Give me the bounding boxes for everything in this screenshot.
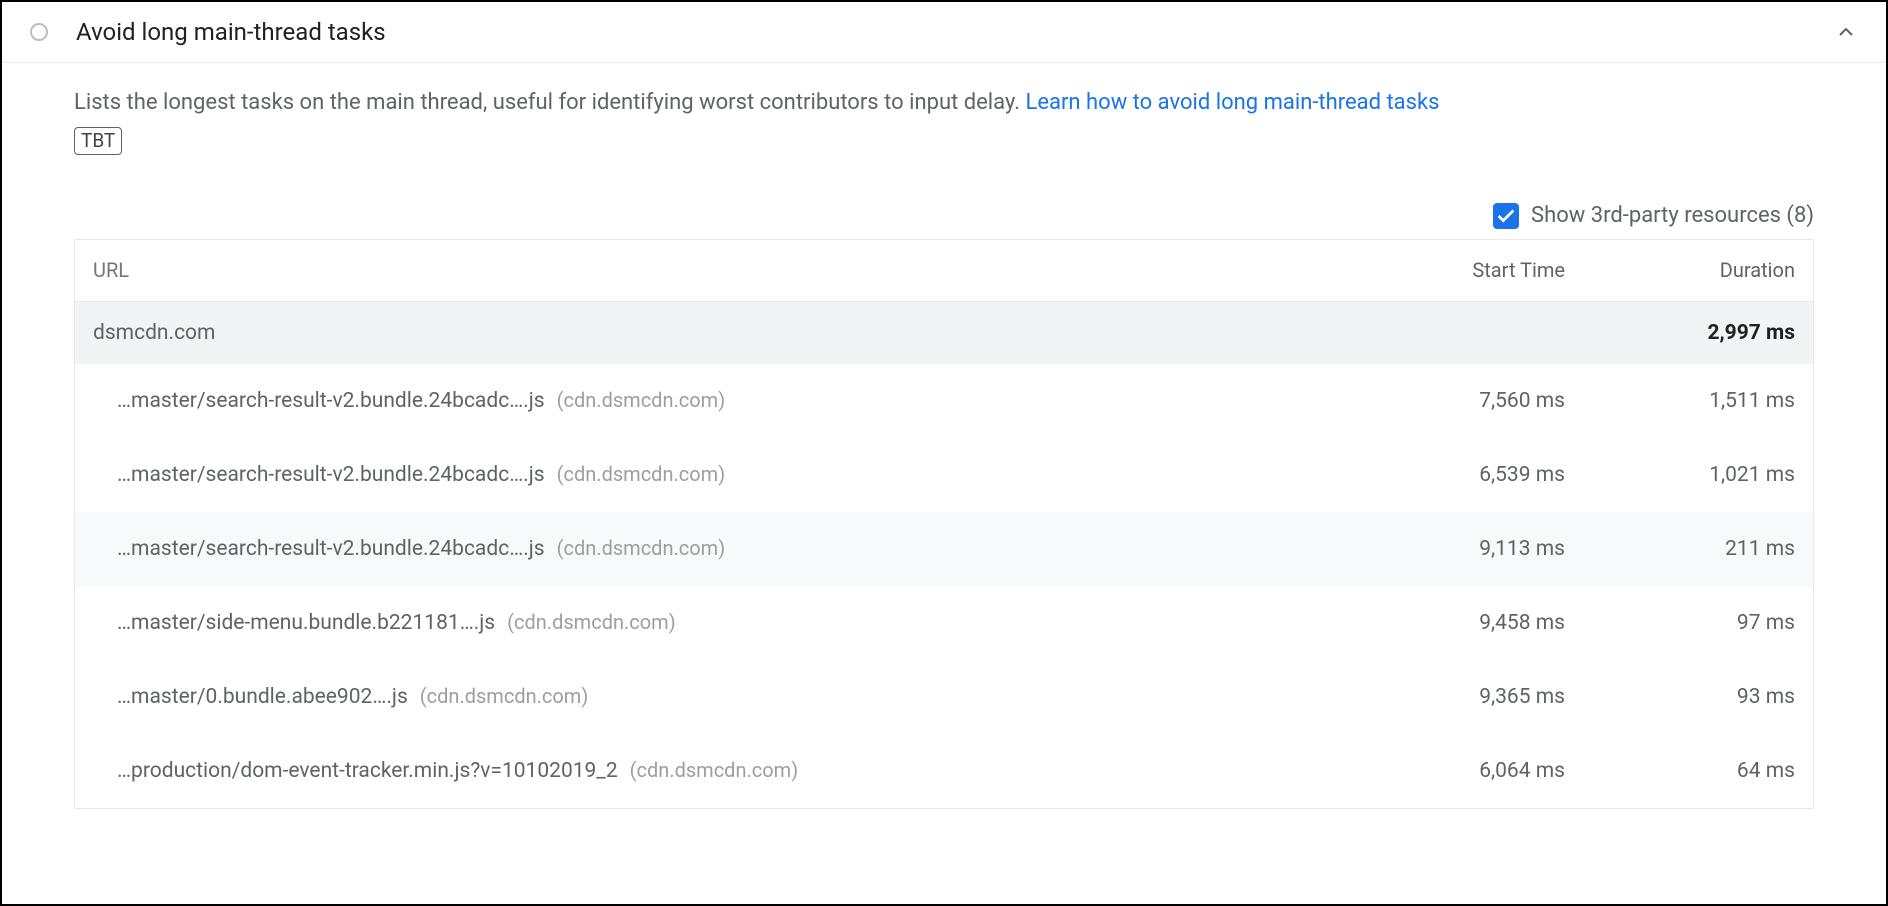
third-party-toggle-row: Show 3rd-party resources (8) (74, 203, 1814, 229)
results-table: URL Start Time Duration dsmcdn.com 2,997… (74, 239, 1814, 809)
table-row[interactable]: …master/search-result-v2.bundle.24bcadc…… (75, 364, 1813, 438)
table-header-url: URL (93, 258, 1345, 282)
row-url: …production/dom-event-tracker.min.js?v=1… (93, 758, 1345, 783)
row-url: …master/side-menu.bundle.b221181….js cdn.… (93, 610, 1345, 635)
audit-card: Avoid long main-thread tasks Lists the l… (0, 0, 1888, 906)
table-header-row: URL Start Time Duration (75, 240, 1813, 302)
audit-description-text: Lists the longest tasks on the main thre… (74, 90, 1025, 115)
table-header-duration: Duration (1565, 258, 1795, 282)
table-group-row[interactable]: dsmcdn.com 2,997 ms (75, 302, 1813, 364)
row-url-host: cdn.dsmcdn.com (557, 536, 726, 560)
row-url-host: cdn.dsmcdn.com (630, 758, 799, 782)
row-start-time: 6,539 ms (1345, 463, 1565, 487)
row-start-time: 6,064 ms (1345, 759, 1565, 783)
row-url: …master/search-result-v2.bundle.24bcadc…… (93, 388, 1345, 413)
row-duration: 1,021 ms (1565, 463, 1795, 487)
row-url-path[interactable]: …master/search-result-v2.bundle.24bcadc…… (117, 463, 545, 487)
group-host: dsmcdn.com (93, 321, 1345, 345)
row-start-time: 7,560 ms (1345, 389, 1565, 413)
row-url: …master/0.bundle.abee902….js cdn.dsmcdn.c… (93, 684, 1345, 709)
third-party-toggle-label[interactable]: Show 3rd-party resources (8) (1531, 203, 1814, 228)
row-duration: 97 ms (1565, 611, 1795, 635)
row-url-host: cdn.dsmcdn.com (420, 684, 589, 708)
row-url: …master/search-result-v2.bundle.24bcadc…… (93, 536, 1345, 561)
row-url-path[interactable]: …master/search-result-v2.bundle.24bcadc…… (117, 537, 545, 561)
status-indicator-icon (30, 23, 48, 41)
row-duration: 211 ms (1565, 537, 1795, 561)
row-duration: 1,511 ms (1565, 389, 1795, 413)
row-url-path[interactable]: …master/side-menu.bundle.b221181….js (117, 611, 495, 635)
row-start-time: 9,458 ms (1345, 611, 1565, 635)
metric-badge-tbt: TBT (74, 127, 122, 155)
chevron-up-icon[interactable] (1834, 20, 1858, 44)
row-url-host: cdn.dsmcdn.com (507, 610, 676, 634)
row-url: …master/search-result-v2.bundle.24bcadc…… (93, 462, 1345, 487)
table-row[interactable]: …production/dom-event-tracker.min.js?v=1… (75, 734, 1813, 808)
learn-more-link[interactable]: Learn how to avoid long main-thread task… (1025, 90, 1439, 115)
table-row[interactable]: …master/0.bundle.abee902….js cdn.dsmcdn.c… (75, 660, 1813, 734)
audit-title: Avoid long main-thread tasks (76, 18, 1834, 46)
row-duration: 93 ms (1565, 685, 1795, 709)
row-url-path[interactable]: …master/0.bundle.abee902….js (117, 685, 408, 709)
row-url-host: cdn.dsmcdn.com (557, 462, 726, 486)
audit-header[interactable]: Avoid long main-thread tasks (2, 2, 1886, 63)
group-duration: 2,997 ms (1565, 321, 1795, 345)
row-duration: 64 ms (1565, 759, 1795, 783)
audit-description: Lists the longest tasks on the main thre… (74, 87, 1814, 119)
third-party-checkbox[interactable] (1493, 203, 1519, 229)
row-start-time: 9,113 ms (1345, 537, 1565, 561)
table-row[interactable]: …master/side-menu.bundle.b221181….js cdn.… (75, 586, 1813, 660)
row-url-path[interactable]: …master/search-result-v2.bundle.24bcadc…… (117, 389, 545, 413)
table-row[interactable]: …master/search-result-v2.bundle.24bcadc…… (75, 512, 1813, 586)
table-row[interactable]: …master/search-result-v2.bundle.24bcadc…… (75, 438, 1813, 512)
row-url-host: cdn.dsmcdn.com (557, 388, 726, 412)
table-header-start: Start Time (1345, 258, 1565, 282)
audit-body: Lists the longest tasks on the main thre… (2, 63, 1886, 809)
row-start-time: 9,365 ms (1345, 685, 1565, 709)
row-url-path[interactable]: …production/dom-event-tracker.min.js?v=1… (117, 759, 618, 783)
